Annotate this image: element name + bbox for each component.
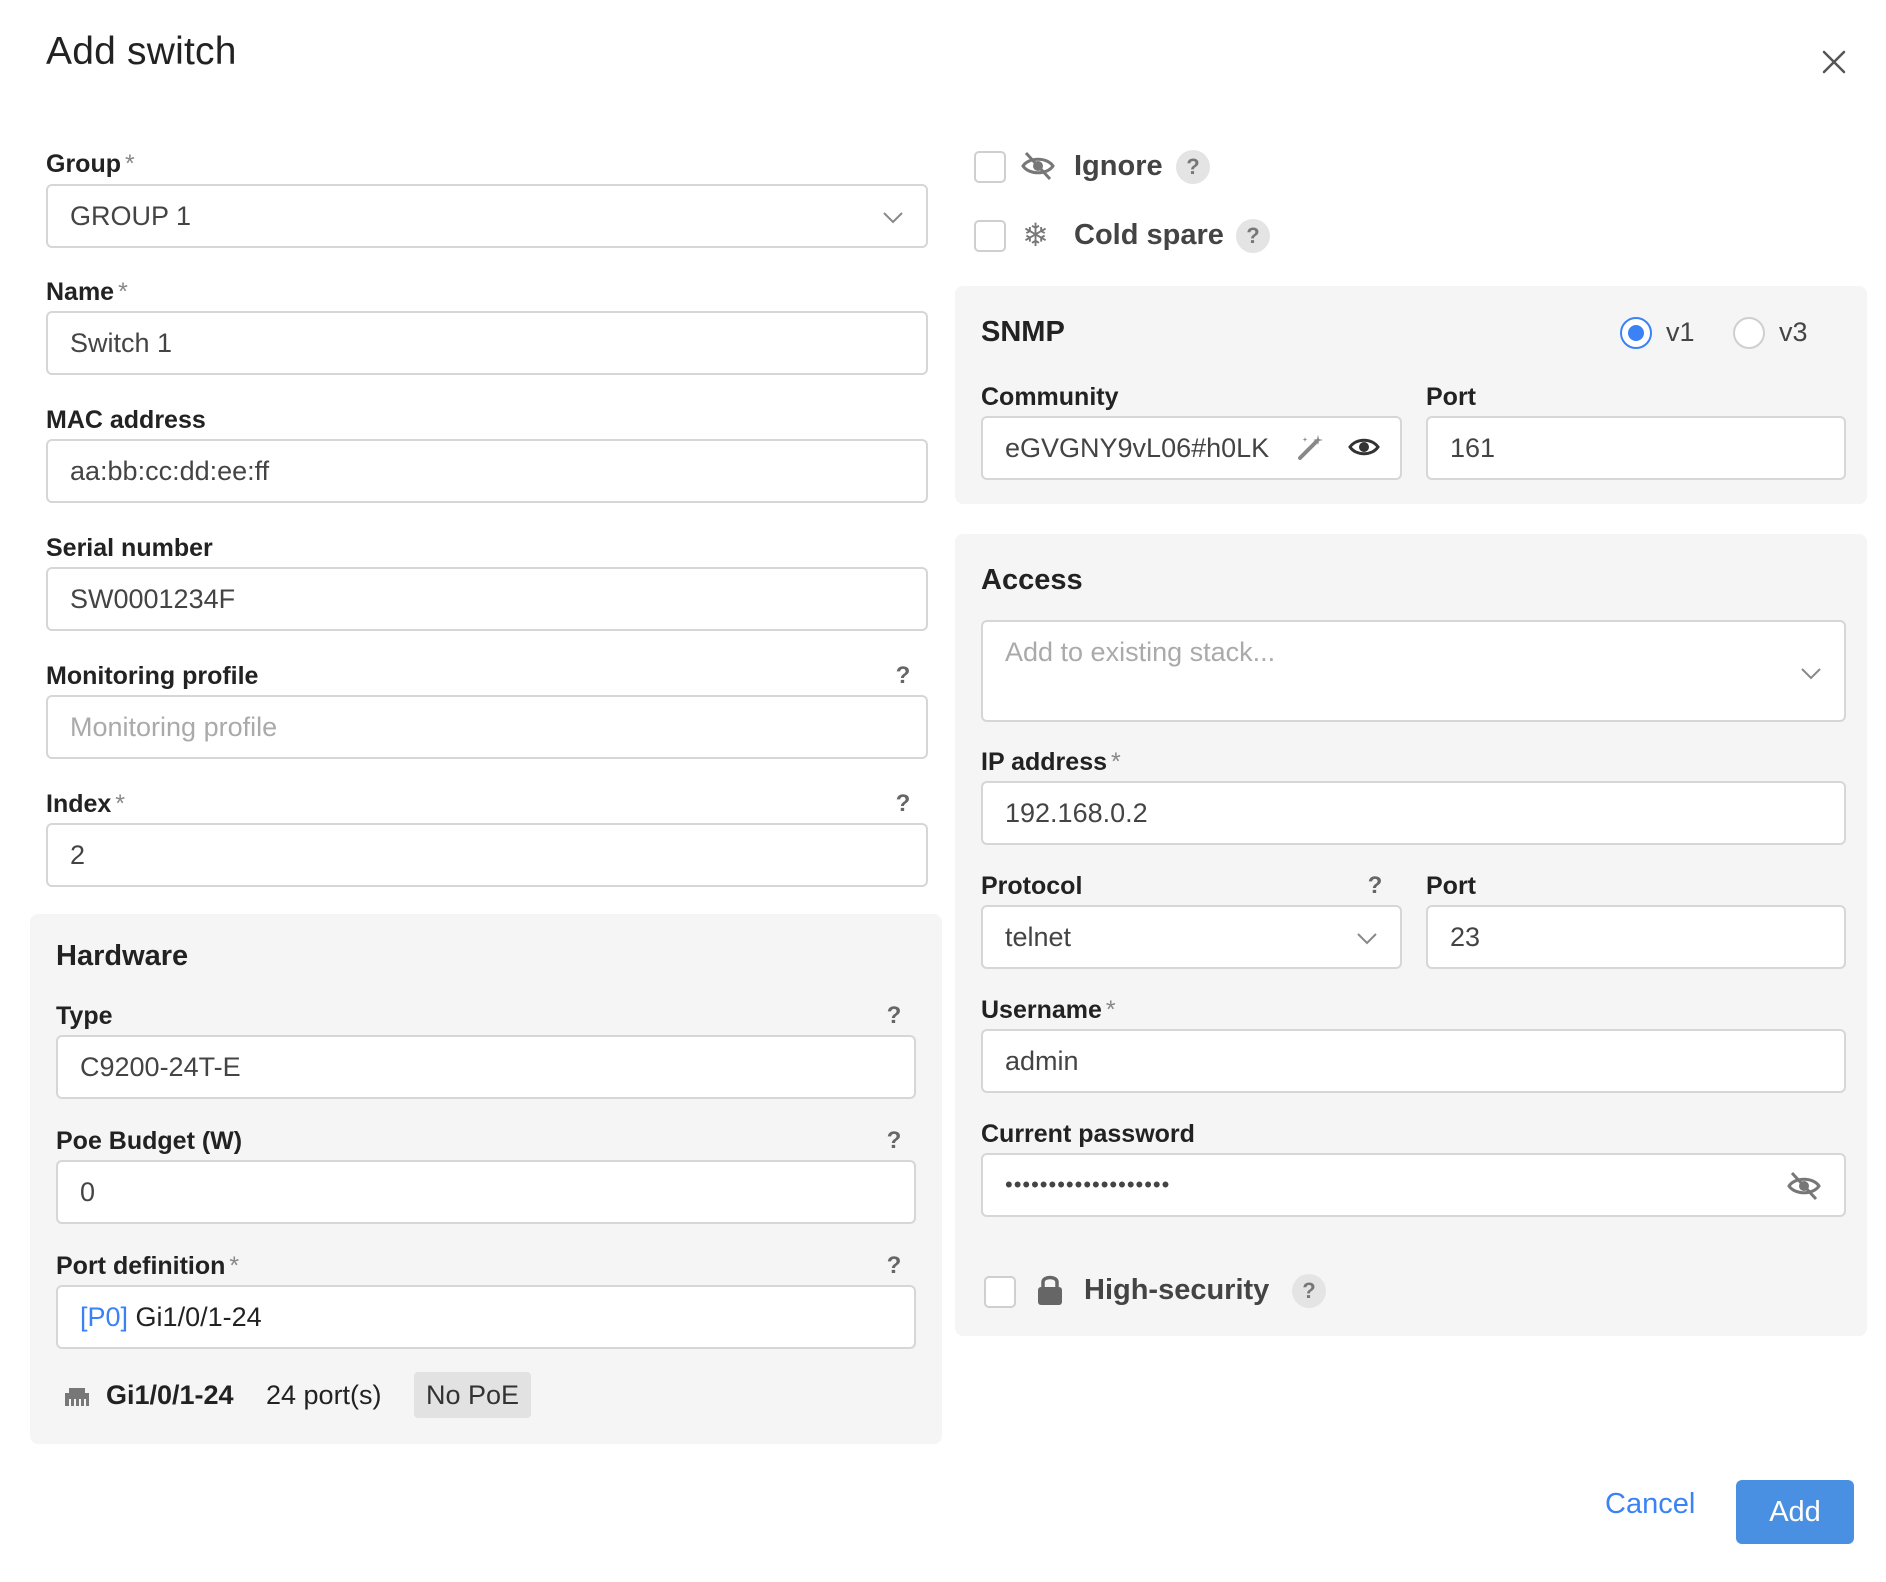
protocol-value: telnet [1005,922,1072,952]
portdef-value: Gi1/0/1-24 [135,1302,262,1332]
snmp-v1-radio[interactable] [1620,317,1652,349]
type-help-icon[interactable]: ? [882,1002,906,1030]
monitoring-label: Monitoring profile [46,662,259,690]
ip-input[interactable]: 192.168.0.2 [981,781,1846,845]
poe-help-icon[interactable]: ? [882,1127,906,1155]
dialog-title: Add switch [46,30,237,73]
poe-badge: No PoE [414,1372,532,1418]
access-title: Access [981,564,1083,596]
protocol-label: Protocol [981,872,1083,900]
port-tag: [P0] [80,1302,129,1332]
community-label: Community [981,383,1119,411]
stack-placeholder: Add to existing stack... [1005,637,1276,667]
monitoring-help-icon[interactable]: ? [891,662,915,690]
type-input[interactable]: C9200-24T-E [56,1035,916,1099]
portdef-label: Port definition * [56,1252,240,1280]
protocol-select[interactable]: telnet [981,905,1402,969]
poe-label: Poe Budget (W) [56,1127,243,1155]
serial-label: Serial number [46,534,213,562]
cancel-button[interactable]: Cancel [1605,1488,1695,1521]
name-label: Name * [46,278,128,306]
high-security-help-icon[interactable]: ? [1292,1274,1326,1308]
ignore-checkbox[interactable] [974,151,1006,183]
ethernet-port-icon [65,1388,89,1406]
ignore-label: Ignore [1074,150,1163,182]
access-port-label: Port [1426,872,1476,900]
community-input[interactable]: eGVGNY9vL06#h0LK [981,416,1402,480]
port-count: 24 port(s) [266,1380,382,1410]
password-label: Current password [981,1120,1195,1148]
group-label: Group * [46,150,135,178]
monitoring-input[interactable]: Monitoring profile [46,695,928,759]
chevron-down-icon [1357,933,1377,945]
community-value: eGVGNY9vL06#h0LK [1005,433,1270,463]
index-label: Index * [46,790,126,818]
snmp-title: SNMP [981,316,1065,348]
snowflake-icon: ❄ [1022,216,1049,254]
lock-icon [1038,1275,1062,1305]
snmp-port-input[interactable]: 161 [1426,416,1846,480]
group-select[interactable]: GROUP 1 [46,184,928,248]
eye-slash-icon[interactable] [1786,1170,1822,1202]
username-label: Username * [981,996,1116,1024]
cold-spare-checkbox[interactable] [974,220,1006,252]
port-range: Gi1/0/1-24 [106,1380,234,1410]
mac-label: MAC address [46,406,206,434]
close-icon[interactable] [1814,42,1854,82]
high-security-label: High-security [1084,1274,1270,1306]
mac-input[interactable]: aa:bb:cc:dd:ee:ff [46,439,928,503]
ip-label: IP address * [981,748,1121,776]
cold-spare-label: Cold spare [1074,219,1224,251]
username-input[interactable]: admin [981,1029,1846,1093]
name-input[interactable]: Switch 1 [46,311,928,375]
hardware-title: Hardware [56,940,189,972]
ignore-help-icon[interactable]: ? [1176,150,1210,184]
high-security-checkbox[interactable] [984,1276,1016,1308]
portdef-input[interactable]: [P0] Gi1/0/1-24 [56,1285,916,1349]
stack-select[interactable]: Add to existing stack... [981,620,1846,722]
snmp-v3-label: v3 [1779,317,1808,347]
index-help-icon[interactable]: ? [891,790,915,818]
access-port-input[interactable]: 23 [1426,905,1846,969]
password-input[interactable]: ••••••••••••••••••• [981,1153,1846,1217]
add-button[interactable]: Add [1736,1480,1854,1544]
serial-input[interactable]: SW0001234F [46,567,928,631]
cold-spare-help-icon[interactable]: ? [1236,219,1270,253]
type-label: Type [56,1002,113,1030]
snmp-v1-label: v1 [1666,317,1695,347]
index-input[interactable]: 2 [46,823,928,887]
eye-slash-icon [1021,151,1055,181]
snmp-v3-radio[interactable] [1733,317,1765,349]
group-select-value: GROUP 1 [70,201,192,231]
snmp-port-label: Port [1426,383,1476,411]
chevron-down-icon [1801,668,1821,680]
magic-wand-icon[interactable] [1296,432,1326,462]
protocol-help-icon[interactable]: ? [1363,872,1387,900]
chevron-down-icon [883,212,903,224]
eye-icon[interactable] [1348,434,1380,460]
portdef-help-icon[interactable]: ? [882,1252,906,1280]
poe-input[interactable]: 0 [56,1160,916,1224]
